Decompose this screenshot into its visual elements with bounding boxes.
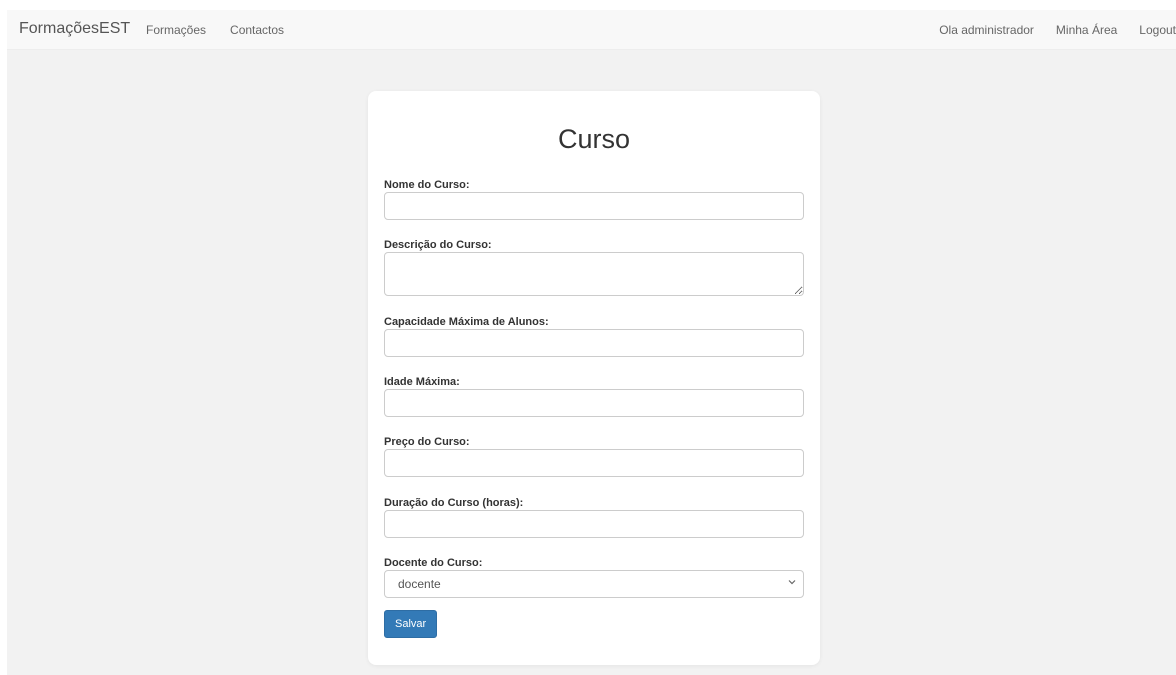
- max-age-label: Idade Máxima:: [384, 376, 460, 388]
- nav-link-user-greeting[interactable]: Ola administrador: [939, 23, 1034, 37]
- course-description-label: Descrição do Curso:: [384, 239, 492, 251]
- nav-left-links: Formações Contactos: [146, 23, 284, 37]
- save-button[interactable]: Salvar: [384, 610, 438, 638]
- max-students-input[interactable]: [384, 329, 804, 357]
- course-price-label: Preço do Curso:: [384, 436, 470, 448]
- max-age-input[interactable]: [384, 389, 804, 417]
- course-name-input[interactable]: [384, 192, 804, 220]
- course-form-card: Curso Nome do Curso: Descrição do Curso:…: [368, 91, 820, 665]
- page-title: Curso: [557, 124, 631, 154]
- course-name-label: Nome do Curso:: [384, 179, 470, 191]
- nav-link-logout[interactable]: Logout: [1139, 23, 1176, 37]
- brand-link[interactable]: FormaçõesEST: [19, 20, 130, 38]
- max-students-label: Capacidade Máxima de Alunos:: [384, 316, 549, 328]
- course-teacher-select[interactable]: docente: [384, 570, 804, 598]
- navbar: FormaçõesEST Formações Contactos Ola adm…: [7, 10, 1176, 50]
- chevron-down-icon: [788, 580, 796, 585]
- course-duration-label: Duração do Curso (horas):: [384, 497, 524, 509]
- nav-link-formacoes[interactable]: Formações: [146, 23, 206, 37]
- course-description-textarea[interactable]: [384, 252, 804, 296]
- nav-link-my-area[interactable]: Minha Área: [1056, 23, 1117, 37]
- nav-link-contactos[interactable]: Contactos: [230, 23, 284, 37]
- nav-right-links: Ola administrador Minha Área Logout: [939, 23, 1176, 37]
- course-teacher-label: Docente do Curso:: [384, 557, 483, 569]
- course-duration-input[interactable]: [384, 510, 804, 538]
- course-price-input[interactable]: [384, 449, 804, 477]
- page-frame: FormaçõesEST Formações Contactos Ola adm…: [7, 10, 1176, 675]
